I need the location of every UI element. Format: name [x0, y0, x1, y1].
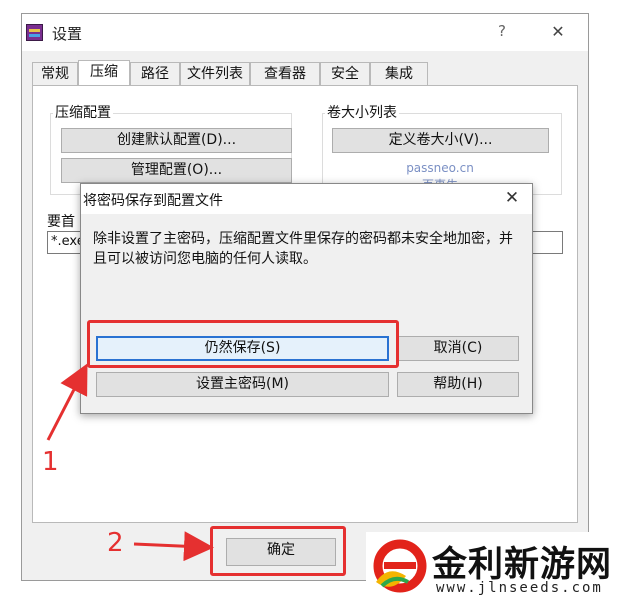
- logo-e-icon: [373, 539, 427, 593]
- step-1-label: 1: [42, 447, 59, 477]
- logo-site-url: www.jlnseeds.com: [436, 580, 603, 596]
- arrow-step1: [46, 363, 88, 441]
- annotation-arrows: [46, 363, 214, 562]
- arrow-step2: [133, 531, 214, 562]
- step-2-label: 2: [107, 528, 124, 558]
